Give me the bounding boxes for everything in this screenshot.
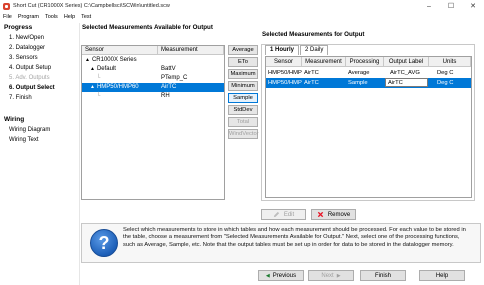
menu-file[interactable]: File (0, 14, 15, 20)
tree-row-rh[interactable]: └ RH (82, 92, 224, 101)
tree-connector-icon: └ (96, 75, 101, 81)
column-sensor[interactable]: Sensor (266, 57, 302, 67)
cell-output-label[interactable]: AirTC_AVG (384, 68, 429, 78)
cell-processing: Sample (348, 80, 368, 86)
output-panel: 1 Hourly 2 Daily Sensor Measurement Proc… (261, 44, 475, 201)
cell-sensor: HMP50/HMP6 (268, 80, 302, 86)
maximum-button[interactable]: Maximum (228, 69, 258, 79)
remove-label: Remove (327, 211, 351, 218)
tree-row-datalogger[interactable]: ▲ CR1000X Series (82, 56, 224, 65)
step-output-setup[interactable]: 4. Output Setup (0, 63, 78, 73)
tree-sensor-label: HMP50/HMP60 (96, 84, 139, 90)
tab-hourly[interactable]: 1 Hourly (265, 45, 300, 55)
available-header: Selected Measurements Available for Outp… (82, 24, 213, 31)
help-question-icon: ? (90, 229, 118, 257)
windvector-button: WindVector (228, 129, 259, 139)
window-title: Short Cut (CR1000X Series) C:\Campbellsc… (13, 3, 170, 9)
next-arrow-icon: ▶ (336, 272, 341, 279)
menu-bar: File Program Tools Help Test (0, 12, 484, 21)
collapse-caret-icon[interactable]: ▲ (90, 65, 95, 74)
remove-button[interactable]: Remove (311, 209, 356, 220)
previous-arrow-icon: ◀ (265, 272, 270, 279)
collapse-caret-icon[interactable]: ▲ (85, 56, 90, 65)
step-finish[interactable]: 7. Finish (0, 93, 78, 103)
wiring-diagram-link[interactable]: Wiring Diagram (0, 125, 78, 135)
average-button[interactable]: Average (228, 45, 258, 55)
column-processing[interactable]: Processing (346, 57, 384, 67)
wiring-text-link[interactable]: Wiring Text (0, 135, 78, 145)
sample-button[interactable]: Sample (228, 93, 258, 103)
stddev-button[interactable]: StdDev (228, 105, 258, 115)
tree-connector-icon: └ (96, 93, 101, 99)
sidebar-divider (79, 23, 80, 285)
output-label-edit-field[interactable]: AirTC (385, 78, 428, 87)
previous-button[interactable]: ◀ Previous (258, 270, 304, 281)
table-row[interactable]: HMP50/HMP6 AirTC Average AirTC_AVG Deg C (266, 68, 471, 78)
tree-measurement-label: RH (161, 93, 170, 99)
output-header: Selected Measurements for Output (262, 31, 365, 38)
close-button[interactable]: ✕ (462, 0, 484, 12)
tree-row-hmp-airtc[interactable]: ▲ HMP50/HMP60 AirTC (82, 83, 224, 92)
tree-sensor-label: CR1000X Series (91, 57, 137, 63)
title-bar: Short Cut (CR1000X Series) C:\Campbellsc… (0, 0, 484, 12)
output-tabs: 1 Hourly 2 Daily (265, 45, 329, 55)
output-table[interactable]: Sensor Measurement Processing Output Lab… (265, 56, 472, 198)
column-units[interactable]: Units (429, 57, 471, 67)
menu-help[interactable]: Help (61, 14, 78, 20)
tree-row-default[interactable]: ▲ Default BattV (82, 65, 224, 74)
help-button[interactable]: Help (419, 270, 465, 281)
tree-row-ptemp[interactable]: └ PTemp_C (82, 74, 224, 83)
column-measurement[interactable]: Measurement (158, 46, 224, 55)
column-sensor[interactable]: Sensor (82, 46, 158, 55)
tree-measurement-label: PTemp_C (161, 75, 188, 81)
collapse-caret-icon[interactable]: ▲ (90, 83, 95, 92)
cell-measurement: AirTC (304, 70, 319, 76)
table-row[interactable]: HMP50/HMP6 AirTC Sample AirTC Deg C (266, 78, 471, 88)
finish-button[interactable]: Finish (360, 270, 406, 281)
next-button: Next ▶ (308, 270, 354, 281)
step-sensors[interactable]: 3. Sensors (0, 53, 78, 63)
eto-button[interactable]: ETo (228, 57, 258, 67)
available-measurements-tree[interactable]: Sensor Measurement ▲ CR1000X Series ▲ Defa… (81, 45, 225, 200)
wiring-heading: Wiring (4, 116, 25, 123)
pencil-icon (273, 211, 279, 218)
column-measurement[interactable]: Measurement (302, 57, 346, 67)
previous-label: Previous (272, 272, 297, 279)
step-adv-outputs: 5. Adv. Outputs (9, 75, 50, 81)
tab-daily[interactable]: 2 Daily (300, 45, 329, 55)
cell-units[interactable]: Deg C (429, 78, 471, 88)
tree-sensor-label: Default (96, 66, 116, 72)
window-controls: – ☐ ✕ (418, 0, 484, 12)
sidebar: Progress 1. New/Open 2. Datalogger 3. Se… (0, 23, 78, 268)
cell-measurement: AirTC (304, 80, 319, 86)
step-new-open[interactable]: 1. New/Open (0, 33, 78, 43)
info-panel: ? Select which measurements to store in … (81, 223, 481, 263)
edit-button: Edit (261, 209, 306, 220)
remove-x-icon (317, 211, 324, 218)
next-label: Next (321, 272, 334, 279)
progress-heading: Progress (4, 24, 33, 31)
menu-tools[interactable]: Tools (42, 14, 61, 20)
info-text: Select which measurements to store in wh… (123, 227, 466, 248)
tree-measurement-label: AirTC (161, 84, 177, 90)
step-output-select[interactable]: 6. Output Select (0, 83, 78, 93)
minimize-button[interactable]: – (418, 0, 440, 12)
app-icon (3, 2, 10, 10)
maximize-button[interactable]: ☐ (440, 0, 462, 12)
step-datalogger[interactable]: 2. Datalogger (0, 43, 78, 53)
edit-label: Edit (283, 211, 295, 218)
cell-processing: Average (348, 70, 370, 76)
menu-program[interactable]: Program (15, 14, 42, 20)
column-output-label[interactable]: Output Label (384, 57, 429, 67)
menu-test[interactable]: Test (78, 14, 94, 20)
tree-measurement-label: BattV (161, 66, 176, 72)
minimum-button[interactable]: Minimum (228, 81, 258, 91)
cell-units[interactable]: Deg C (429, 68, 471, 78)
total-button: Total (228, 117, 258, 127)
cell-sensor: HMP50/HMP6 (268, 70, 302, 76)
